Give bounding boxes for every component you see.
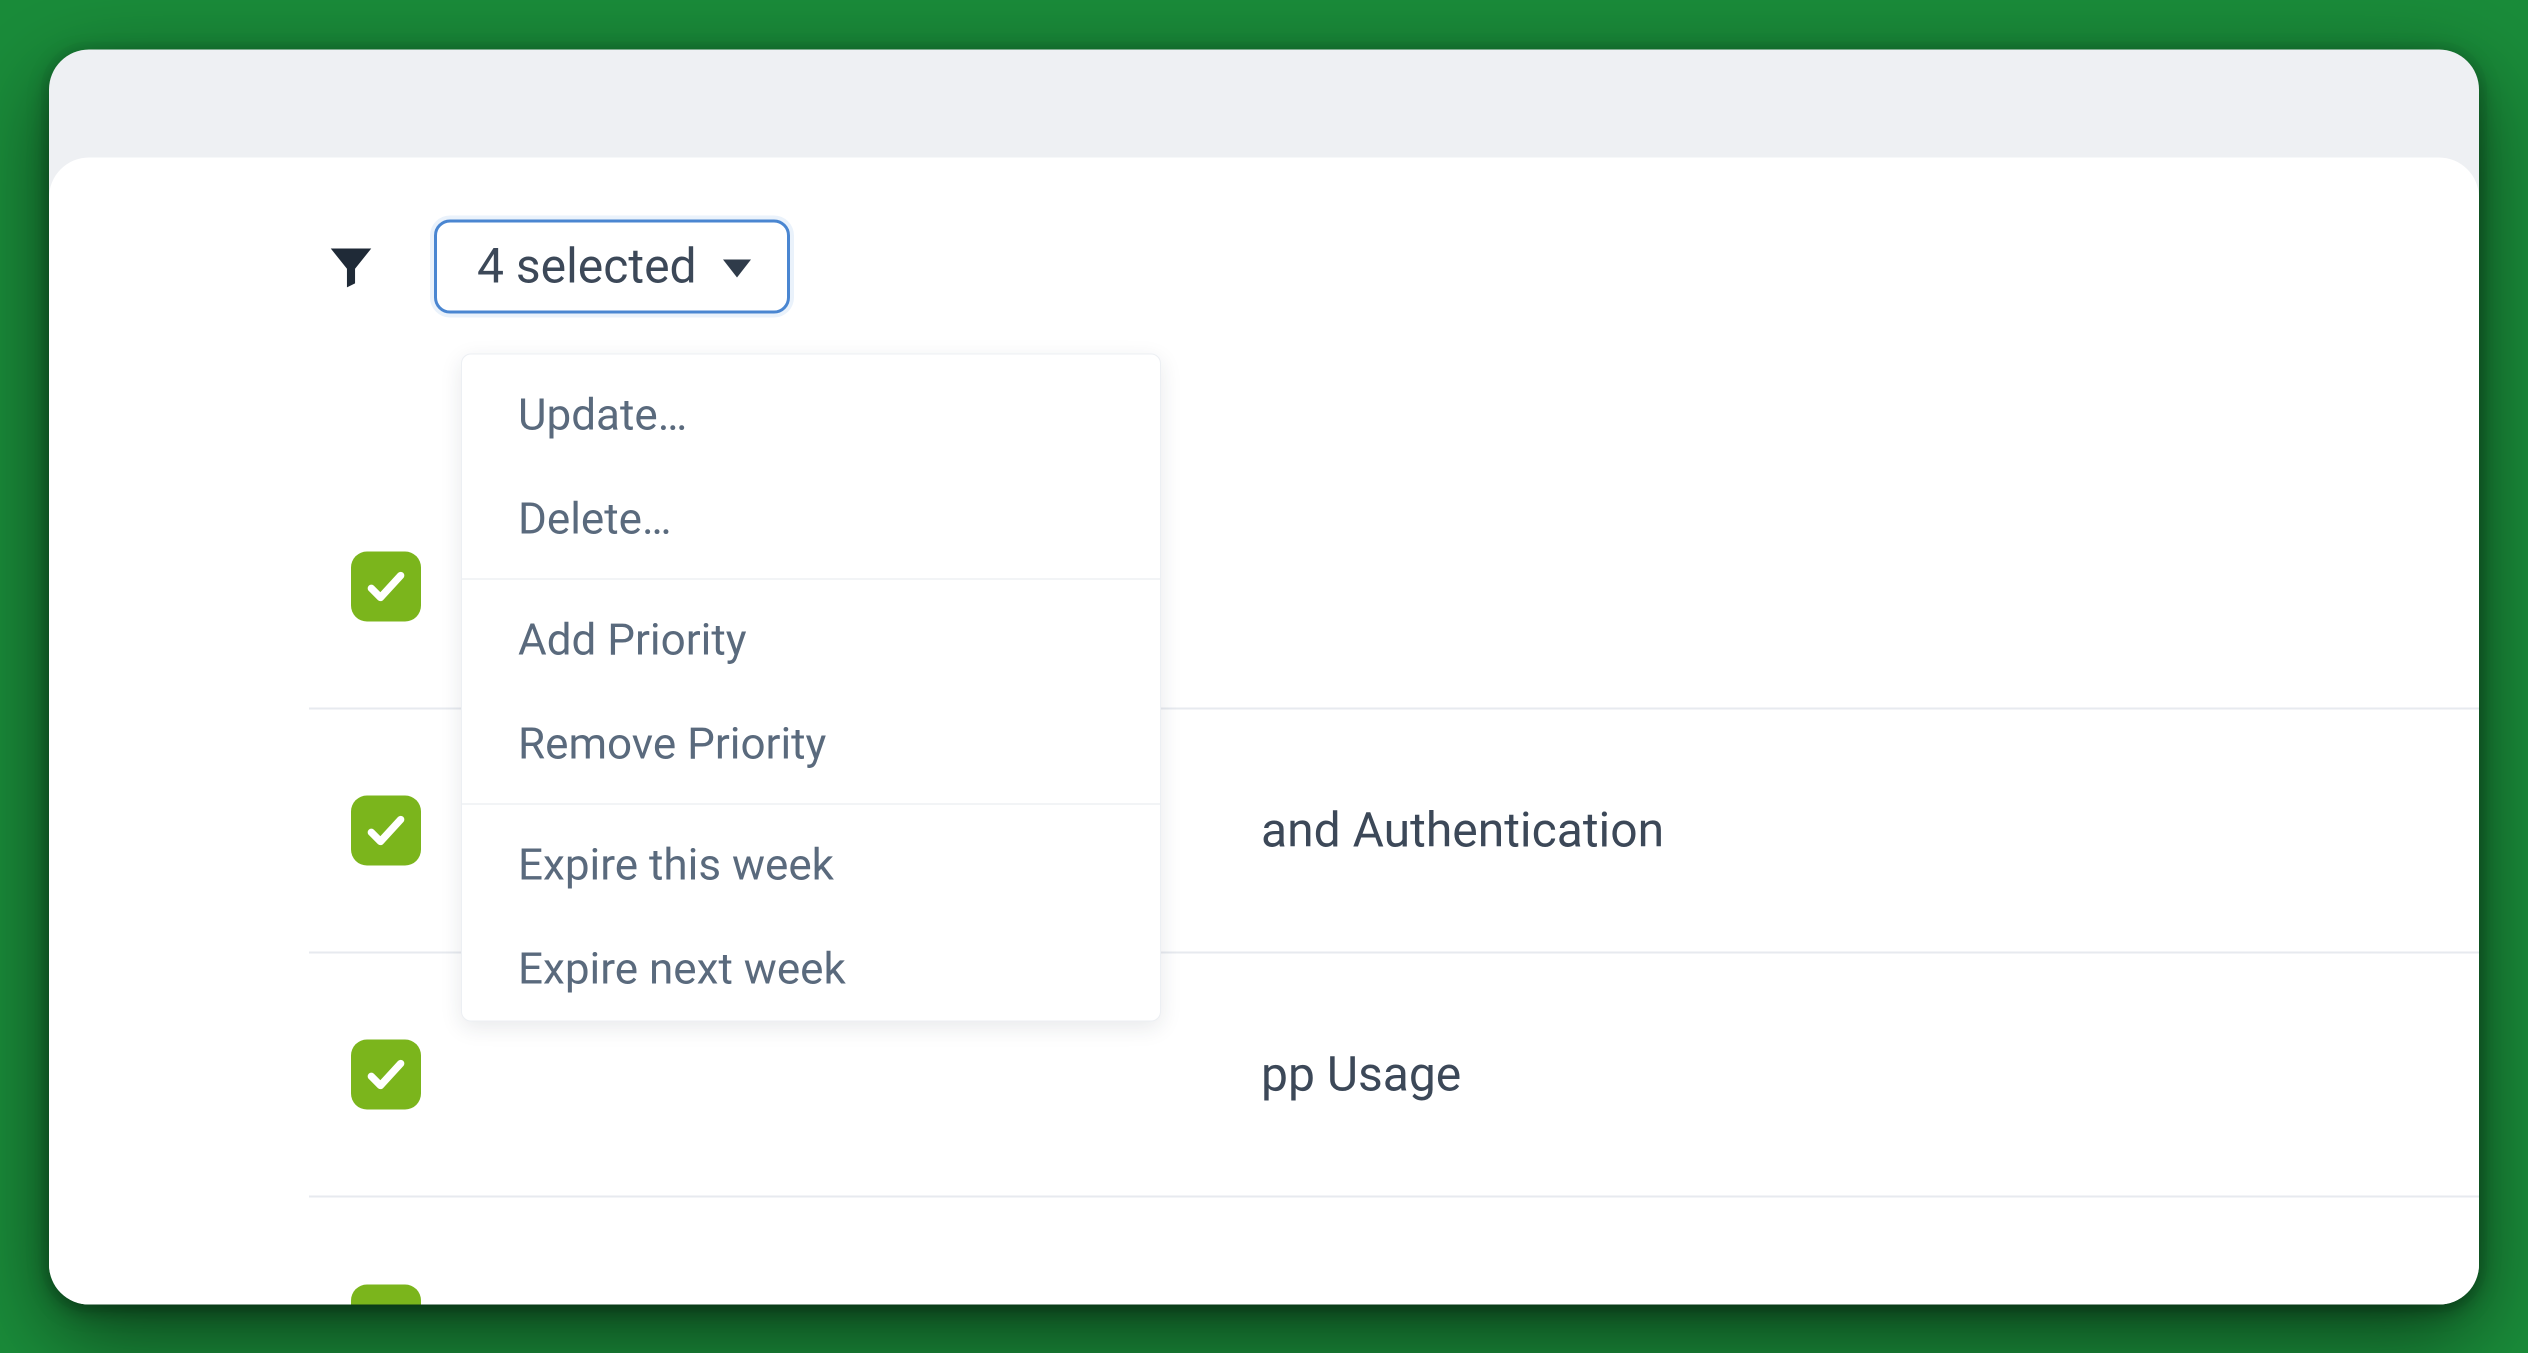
- checkbox-checked[interactable]: [351, 1284, 421, 1304]
- dropdown-item-update[interactable]: Update…: [462, 362, 1160, 466]
- selection-count-label: 4 selected: [477, 240, 697, 293]
- checkbox-checked[interactable]: [351, 795, 421, 865]
- window-frame: 4 selected and Authentication: [49, 49, 2479, 1304]
- chevron-down-icon: [723, 259, 751, 277]
- dropdown-separator: [462, 803, 1160, 804]
- checkbox-checked[interactable]: [351, 551, 421, 621]
- bulk-actions-dropdown: Update… Delete… Add Priority Remove Prio…: [461, 353, 1161, 1021]
- list-item-label: pp Usage: [1261, 1046, 1461, 1103]
- dropdown-item-add-priority[interactable]: Add Priority: [462, 587, 1160, 691]
- dropdown-item-remove-priority[interactable]: Remove Priority: [462, 691, 1160, 795]
- checkbox-checked[interactable]: [351, 1039, 421, 1109]
- content-card: 4 selected and Authentication: [49, 157, 2479, 1304]
- dropdown-item-expire-next-week[interactable]: Expire next week: [462, 916, 1160, 1020]
- toolbar: 4 selected: [324, 219, 790, 314]
- dropdown-item-expire-this-week[interactable]: Expire this week: [462, 812, 1160, 916]
- dropdown-item-delete[interactable]: Delete…: [462, 466, 1160, 570]
- dropdown-separator: [462, 578, 1160, 579]
- list-item[interactable]: [309, 1197, 2479, 1304]
- filter-icon[interactable]: [324, 239, 378, 293]
- selection-dropdown-button[interactable]: 4 selected: [434, 219, 790, 314]
- list-item-label: and Authentication: [1261, 802, 1664, 859]
